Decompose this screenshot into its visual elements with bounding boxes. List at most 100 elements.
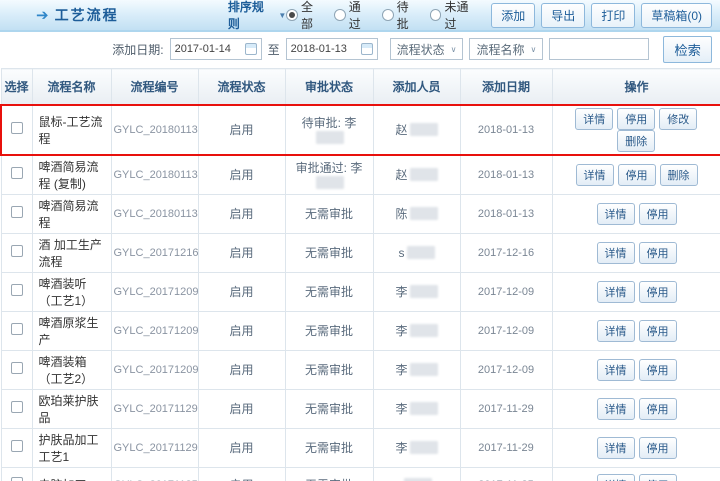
detail-button[interactable]: 详情 bbox=[596, 319, 635, 342]
column-header: 添加人员 bbox=[372, 68, 461, 105]
search-button[interactable]: 检索 bbox=[663, 35, 712, 63]
added-date-cell: 2018-01-13 bbox=[459, 103, 553, 156]
approval-status-cell: 无需审批 bbox=[284, 349, 374, 390]
date-to-input[interactable] bbox=[290, 43, 359, 55]
approval-status-cell: 无需审批 bbox=[284, 193, 374, 234]
operations-cell: 详情停用 bbox=[551, 349, 720, 390]
row-checkbox[interactable] bbox=[10, 245, 23, 257]
approval-status-cell: 无需审批 bbox=[284, 232, 374, 273]
column-header: 流程名称 bbox=[31, 68, 112, 105]
disable-button[interactable]: 停用 bbox=[638, 358, 677, 381]
added-date-cell: 2018-01-13 bbox=[459, 154, 553, 195]
operations-cell: 详情停用 bbox=[551, 427, 720, 468]
process-name-cell: 啤酒装箱（工艺2） bbox=[31, 349, 112, 390]
approval-status-cell: 无需审批 bbox=[284, 271, 374, 312]
print-button[interactable]: 打印 bbox=[591, 2, 636, 28]
process-code-cell: GYLC_20180113004 bbox=[110, 154, 199, 195]
radio-option[interactable]: 未通过 bbox=[429, 0, 479, 32]
table-header: 选择 流程名称 流程编号 流程状态 审批状态 添加人员 添加日期 操作 bbox=[0, 68, 720, 105]
redacted-name bbox=[316, 176, 344, 189]
disable-button[interactable]: 停用 bbox=[617, 107, 656, 130]
detail-button[interactable]: 详情 bbox=[596, 241, 635, 264]
process-code-cell: GYLC_20171125001 bbox=[110, 466, 199, 481]
row-checkbox[interactable] bbox=[10, 401, 23, 413]
operations-cell: 详情 停用 删除 bbox=[551, 154, 720, 195]
operations-cell: 详情停用 bbox=[551, 310, 720, 351]
redacted-name bbox=[409, 207, 438, 220]
radio-option[interactable]: 通过 bbox=[334, 0, 372, 32]
radio-label: 待批 bbox=[396, 0, 409, 31]
disable-button[interactable]: 停用 bbox=[638, 241, 677, 264]
row-checkbox[interactable] bbox=[10, 122, 23, 134]
date-from-field[interactable] bbox=[169, 38, 262, 60]
disable-button[interactable]: 停用 bbox=[638, 202, 677, 225]
row-checkbox[interactable] bbox=[10, 284, 23, 296]
added-by-cell: 陈 bbox=[372, 193, 461, 234]
row-checkbox[interactable] bbox=[10, 167, 23, 179]
detail-button[interactable]: 详情 bbox=[575, 163, 614, 186]
disable-button[interactable]: 停用 bbox=[638, 397, 677, 420]
edit-button[interactable]: 修改 bbox=[659, 107, 698, 130]
detail-button[interactable]: 详情 bbox=[596, 473, 635, 481]
process-code-cell: GYLC_20171216001 bbox=[110, 232, 199, 273]
date-to-field[interactable] bbox=[285, 38, 378, 60]
disable-button[interactable]: 停用 bbox=[638, 319, 677, 342]
calendar-icon[interactable] bbox=[360, 43, 373, 55]
date-from-input[interactable] bbox=[174, 43, 243, 55]
detail-button[interactable]: 详情 bbox=[575, 107, 614, 130]
title-area: ➔ 工艺流程 bbox=[8, 5, 228, 25]
process-status-select-value: 流程状态 bbox=[396, 42, 445, 57]
column-header: 审批状态 bbox=[284, 68, 374, 105]
disable-button[interactable]: 停用 bbox=[638, 436, 677, 459]
redacted-name bbox=[409, 402, 438, 415]
row-checkbox[interactable] bbox=[10, 477, 23, 481]
approval-status-cell: 无需审批 bbox=[284, 388, 374, 429]
detail-button[interactable]: 详情 bbox=[596, 280, 635, 303]
added-by-cell: s bbox=[372, 232, 461, 273]
detail-button[interactable]: 详情 bbox=[596, 436, 635, 459]
disable-button[interactable]: 停用 bbox=[638, 473, 677, 481]
detail-button[interactable]: 详情 bbox=[596, 397, 635, 420]
calendar-icon[interactable] bbox=[244, 43, 257, 55]
table-row: 啤酒装箱（工艺2）GYLC_20171209001启用无需审批李2017-12-… bbox=[0, 349, 720, 390]
process-name-cell: 啤酒原浆生产 bbox=[31, 310, 112, 351]
row-checkbox[interactable] bbox=[10, 362, 23, 374]
added-date-cell: 2017-12-16 bbox=[459, 232, 553, 273]
radio-option[interactable]: 全部 bbox=[286, 0, 324, 32]
disable-button[interactable]: 停用 bbox=[638, 280, 677, 303]
delete-button[interactable]: 删除 bbox=[659, 163, 698, 186]
table-row: 电脑加工GYLC_20171125001启用无需审批2017-11-25详情停用 bbox=[0, 466, 720, 481]
operations-cell: 详情停用 bbox=[551, 193, 720, 234]
keyword-input[interactable] bbox=[549, 38, 650, 60]
process-name-select[interactable]: 流程名称 ∨ bbox=[469, 38, 544, 60]
process-status-select[interactable]: 流程状态 ∨ bbox=[389, 38, 464, 60]
approval-status-cell: 审批通过: 李 bbox=[284, 154, 374, 195]
detail-button[interactable]: 详情 bbox=[596, 358, 635, 381]
radio-icon[interactable] bbox=[429, 9, 442, 21]
disable-button[interactable]: 停用 bbox=[617, 163, 656, 186]
drafts-button[interactable]: 草稿箱(0) bbox=[641, 2, 712, 28]
process-status-cell: 启用 bbox=[197, 232, 286, 273]
radio-option[interactable]: 待批 bbox=[381, 0, 420, 32]
process-status-cell: 启用 bbox=[197, 388, 286, 429]
redacted-name bbox=[316, 131, 344, 144]
delete-button[interactable]: 删除 bbox=[617, 129, 656, 152]
row-checkbox[interactable] bbox=[10, 206, 23, 218]
process-name-cell: 欧珀莱护肤品 bbox=[31, 388, 112, 429]
radio-icon[interactable] bbox=[286, 9, 298, 21]
added-date-cell: 2017-11-29 bbox=[459, 427, 553, 468]
row-checkbox[interactable] bbox=[10, 323, 23, 335]
table-row: 啤酒简易流程GYLC_20180113001启用无需审批陈2018-01-13详… bbox=[0, 193, 720, 234]
radio-icon[interactable] bbox=[381, 9, 394, 21]
export-button[interactable]: 导出 bbox=[541, 2, 586, 28]
detail-button[interactable]: 详情 bbox=[596, 202, 635, 225]
process-name-cell: 护肤品加工工艺1 bbox=[31, 427, 112, 468]
process-code-cell: GYLC_20171209002 bbox=[110, 310, 199, 351]
sort-rule-dropdown[interactable]: 排序规则 ▼ bbox=[228, 0, 286, 32]
process-code-cell: GYLC_20180113005 bbox=[110, 103, 199, 156]
operations-cell: 详情停用 bbox=[551, 271, 720, 312]
row-checkbox[interactable] bbox=[10, 440, 23, 452]
table-row: 护肤品加工工艺1GYLC_20171129001启用无需审批李2017-11-2… bbox=[0, 427, 720, 468]
add-button[interactable]: 添加 bbox=[491, 2, 536, 28]
radio-icon[interactable] bbox=[334, 9, 346, 21]
